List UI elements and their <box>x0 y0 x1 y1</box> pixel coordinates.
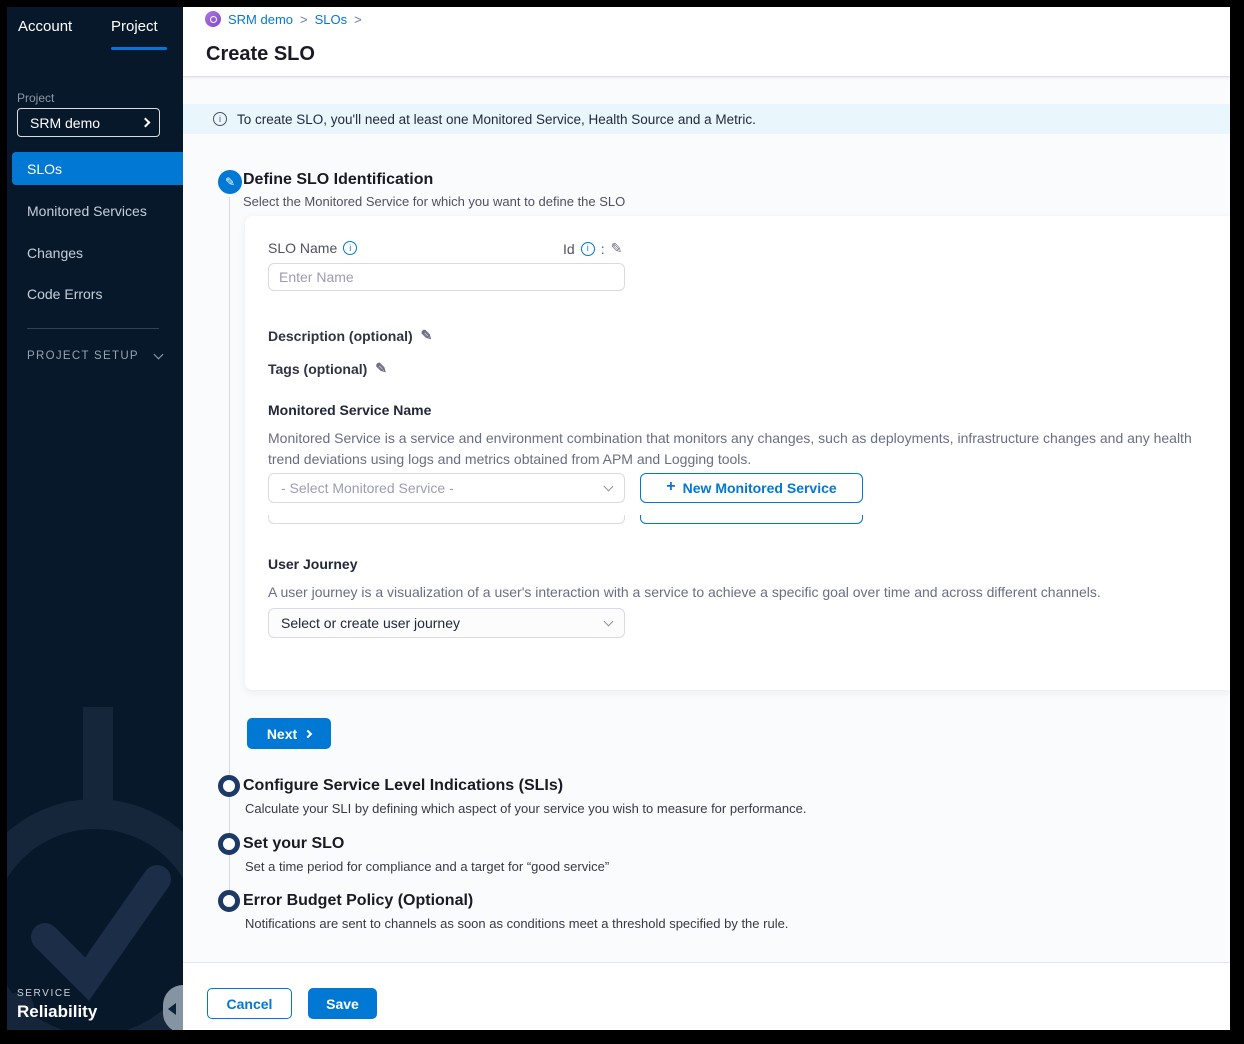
sidebar-item-code-errors[interactable]: Code Errors <box>27 286 102 302</box>
sidebar: Account Project Project SRM demo SLOs Mo… <box>7 7 183 1030</box>
new-monitored-service-label: New Monitored Service <box>683 480 837 496</box>
step3-circle[interactable] <box>218 833 240 855</box>
project-setup-label: PROJECT SETUP <box>27 350 139 362</box>
srm-module-icon <box>205 11 221 27</box>
info-banner: i To create SLO, you'll need at least on… <box>183 104 1230 134</box>
breadcrumb-link-srm-demo[interactable]: SRM demo <box>228 12 293 27</box>
edit-description-icon[interactable]: ✎ <box>421 327 433 344</box>
sidebar-item-label: SLOs <box>27 161 62 177</box>
user-journey-description: A user journey is a visualization of a u… <box>268 582 1200 603</box>
monitored-service-heading: Monitored Service Name <box>268 402 431 418</box>
monitored-service-select-placeholder: - Select Monitored Service - <box>281 480 454 496</box>
tags-label-text: Tags (optional) <box>268 361 367 377</box>
monitored-service-select-shadow <box>268 515 625 524</box>
step4-circle[interactable] <box>218 890 240 912</box>
monitored-service-select[interactable]: - Select Monitored Service - <box>268 473 625 503</box>
description-label: Description (optional) ✎ <box>268 327 432 344</box>
step1-title: Define SLO Identification <box>243 171 433 189</box>
slo-name-input[interactable] <box>268 263 625 291</box>
page-title: Create SLO <box>206 43 315 66</box>
banner-text: To create SLO, you'll need at least one … <box>237 112 756 127</box>
next-button-label: Next <box>267 726 297 742</box>
step2-description: Calculate your SLI by defining which asp… <box>245 801 806 816</box>
page-header: SRM demo > SLOs > Create SLO <box>183 7 1230 77</box>
tags-label: Tags (optional) ✎ <box>268 360 387 377</box>
step4-title[interactable]: Error Budget Policy (Optional) <box>243 892 473 910</box>
breadcrumb-separator: > <box>300 12 308 27</box>
module-name: Reliability <box>17 1002 97 1022</box>
module-kicker: SERVICE <box>17 988 72 999</box>
step2-circle[interactable] <box>218 775 240 797</box>
cancel-button[interactable]: Cancel <box>207 988 292 1019</box>
sidebar-item-monitored-services[interactable]: Monitored Services <box>27 203 147 219</box>
edit-id-icon[interactable]: ✎ <box>611 240 623 257</box>
step3-description: Set a time period for compliance and a t… <box>245 859 609 874</box>
chevron-down-icon <box>153 349 163 359</box>
step2-title[interactable]: Configure Service Level Indications (SLI… <box>243 777 563 795</box>
user-journey-select[interactable]: Select or create user journey <box>268 608 625 638</box>
reliability-watermark-icon <box>7 707 183 1030</box>
breadcrumb-separator: > <box>354 12 362 27</box>
chevron-right-icon <box>141 118 151 128</box>
slo-name-label-text: SLO Name <box>268 240 337 256</box>
project-selector-value: SRM demo <box>30 115 100 131</box>
monitored-service-description: Monitored Service is a service and envir… <box>268 428 1200 470</box>
user-journey-heading: User Journey <box>268 556 357 572</box>
project-selector[interactable]: SRM demo <box>17 108 160 137</box>
breadcrumb: SRM demo > SLOs > <box>205 11 362 27</box>
info-icon[interactable]: i <box>343 241 357 255</box>
app-window: Account Project Project SRM demo SLOs Mo… <box>7 7 1230 1030</box>
slo-name-label: SLO Name i <box>268 240 357 256</box>
pencil-icon: ✎ <box>225 175 235 189</box>
id-label: Id i : ✎ <box>563 240 622 257</box>
step4-description: Notifications are sent to channels as so… <box>245 916 788 931</box>
edit-tags-icon[interactable]: ✎ <box>375 360 387 377</box>
step3-title[interactable]: Set your SLO <box>243 835 344 853</box>
chevron-right-icon <box>304 729 312 737</box>
sidebar-divider <box>27 328 159 329</box>
new-monitored-service-button[interactable]: + New Monitored Service <box>640 473 863 503</box>
project-setup-toggle[interactable]: PROJECT SETUP <box>27 350 162 362</box>
plus-icon: + <box>666 478 675 496</box>
new-monitored-service-button-shadow <box>640 515 863 524</box>
next-button[interactable]: Next <box>247 718 331 749</box>
step1-subtitle: Select the Monitored Service for which y… <box>243 194 625 209</box>
tab-project[interactable]: Project <box>111 18 158 35</box>
step1-edit-icon[interactable]: ✎ <box>218 170 242 194</box>
user-journey-select-value: Select or create user journey <box>281 615 460 631</box>
chevron-down-icon <box>604 616 614 626</box>
tab-account[interactable]: Account <box>18 18 72 35</box>
save-button[interactable]: Save <box>308 988 377 1019</box>
id-colon: : <box>601 241 605 257</box>
project-section-label: Project <box>17 91 54 105</box>
description-label-text: Description (optional) <box>268 328 413 344</box>
breadcrumb-link-slos[interactable]: SLOs <box>315 12 348 27</box>
collapse-arrow-icon <box>168 1003 176 1015</box>
chevron-down-icon <box>604 481 614 491</box>
id-label-text: Id <box>563 241 575 257</box>
sidebar-item-changes[interactable]: Changes <box>27 245 83 261</box>
sidebar-item-slos[interactable]: SLOs <box>12 152 183 185</box>
info-icon[interactable]: i <box>581 242 595 256</box>
active-tab-underline <box>111 47 167 50</box>
slo-identification-card: SLO Name i Id i : ✎ Description (optiona… <box>245 216 1230 690</box>
info-icon: i <box>213 112 227 126</box>
main-content: SRM demo > SLOs > Create SLO i To create… <box>183 7 1230 1030</box>
form-footer: Cancel Save <box>183 962 1230 1030</box>
